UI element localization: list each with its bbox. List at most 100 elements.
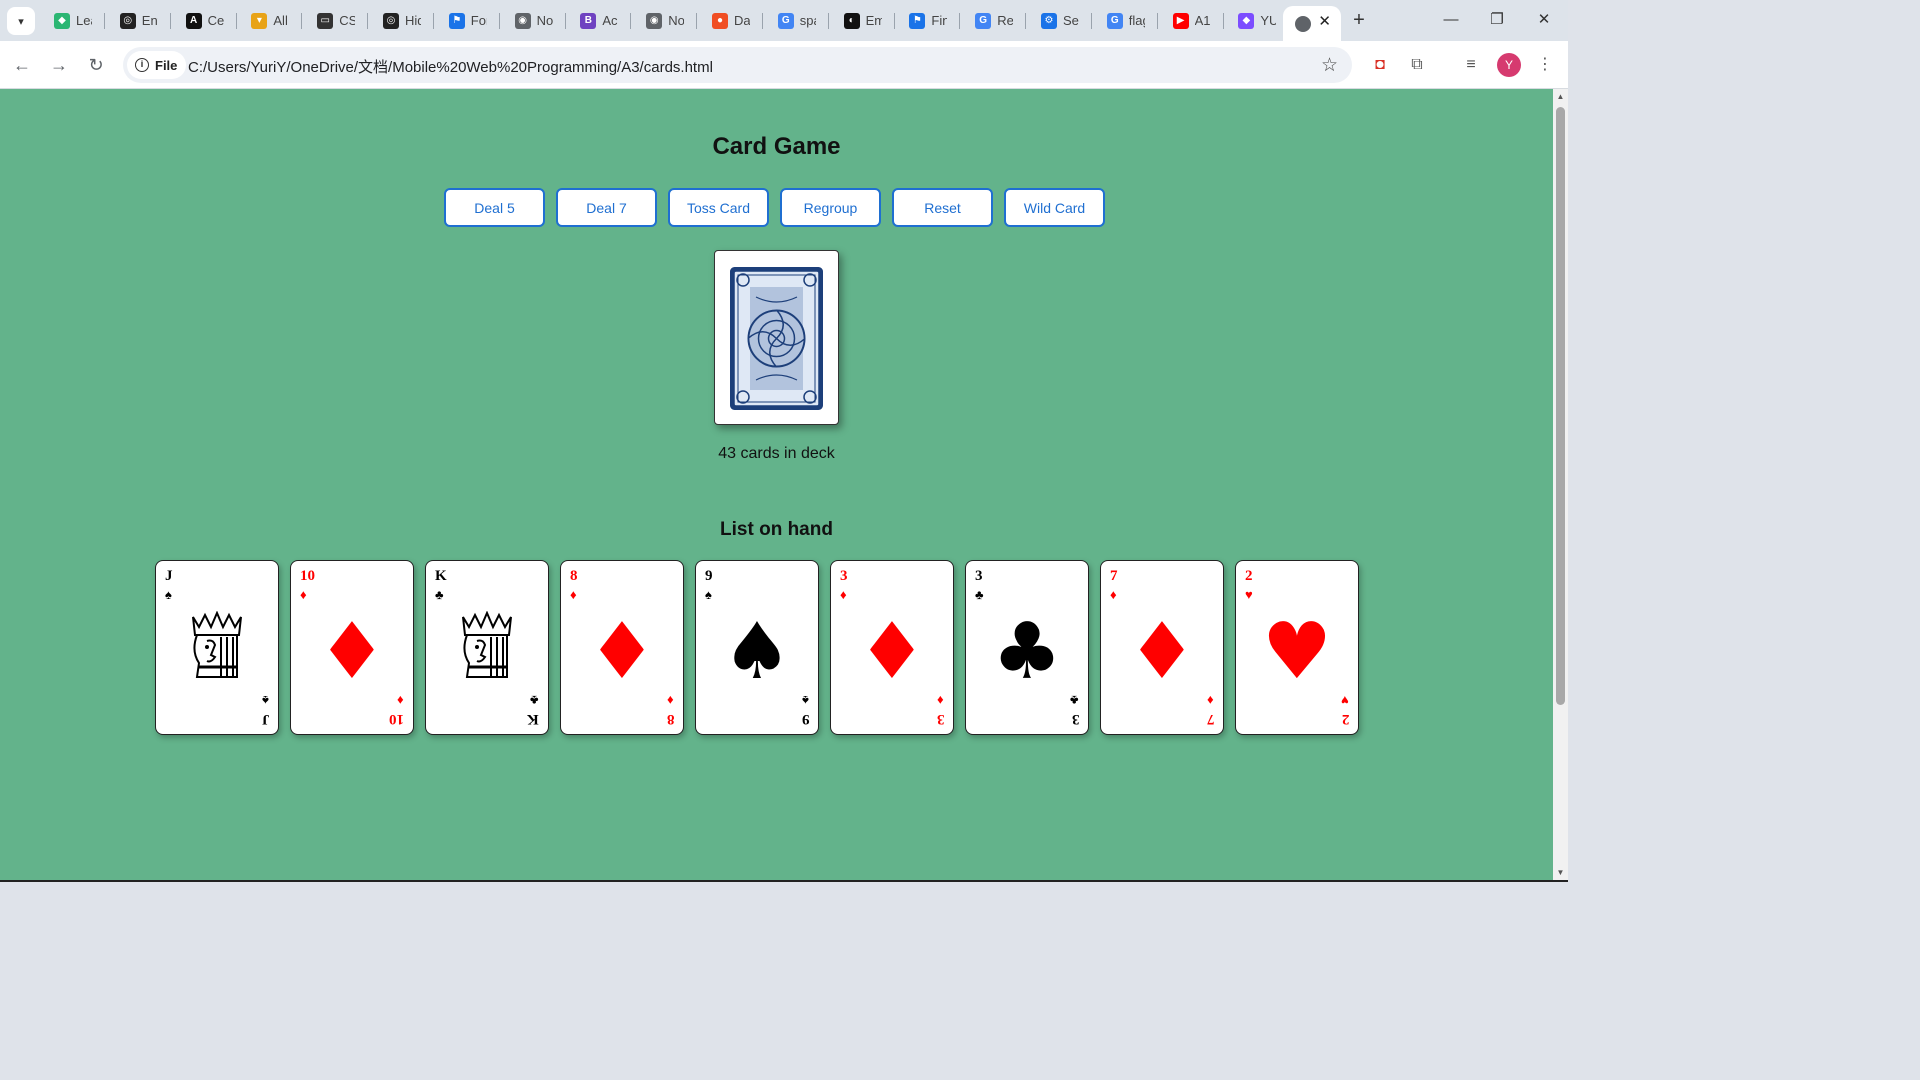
hand-title: List on hand (720, 519, 833, 540)
card-suit-icon: ♠ (705, 587, 712, 602)
regroup-button[interactable]: Regroup (780, 188, 881, 227)
tab-label: No (668, 13, 685, 28)
tab-label: No (536, 13, 553, 28)
tab-label: Das (734, 13, 750, 28)
hand-card[interactable]: 3 ♣ 3 ♣ ♣ (965, 560, 1089, 735)
tab-favicon-icon: ◆ (54, 12, 70, 29)
browser-tab[interactable]: ◎ Ent (108, 6, 174, 35)
browser-tab[interactable]: ⚙ Set (1029, 6, 1095, 35)
hand-card[interactable]: K ♣ K ♣ (425, 560, 549, 735)
browser-tab[interactable]: ◎ Hid (371, 6, 437, 35)
browser-tab[interactable]: ⚑ For (437, 6, 503, 35)
profile-avatar[interactable]: Y (1497, 53, 1521, 77)
browser-tab[interactable]: Gflag (1095, 6, 1161, 35)
tab-favicon-icon: ⚑ (909, 12, 926, 29)
reset-button[interactable]: Reset (892, 188, 993, 227)
hand-card[interactable]: J ♠ J ♠ (155, 560, 279, 735)
card-suit-icon: ♥ (1245, 587, 1253, 602)
card-rank-inverted: 7 (1206, 711, 1215, 727)
card-center-suit-icon: ♥ (1262, 607, 1332, 697)
card-back-pattern-icon (730, 267, 823, 410)
browser-tab[interactable]: ▭ CSS (305, 6, 371, 35)
window-close-icon[interactable]: ✕ (1529, 8, 1559, 32)
globe-icon (1295, 15, 1311, 32)
tab-label: flag (1128, 13, 1145, 28)
toss-card-button[interactable]: Toss Card (668, 188, 769, 227)
browser-tab[interactable]: Gspa (766, 6, 832, 35)
reload-icon[interactable]: ↻ (84, 53, 108, 77)
browser-tab[interactable]: ⚑ Fin (897, 6, 963, 35)
tab-favicon-icon: A (185, 12, 202, 29)
browser-tab[interactable]: ◉ No (503, 6, 569, 35)
media-control-icon[interactable]: ≡ (1459, 53, 1483, 77)
tab-search-chevron-icon[interactable]: ▾ (7, 7, 35, 35)
forward-icon[interactable]: → (47, 53, 71, 77)
card-rank: J (165, 568, 173, 584)
browser-tab[interactable]: A Cer (174, 6, 240, 35)
deal-5-button[interactable]: Deal 5 (444, 188, 545, 227)
card-rank: 7 (1110, 568, 1118, 584)
site-info-chip[interactable]: i File (127, 51, 187, 79)
scroll-up-icon[interactable]: ▲ (1555, 92, 1566, 101)
tab-label: Ent (141, 13, 158, 28)
hand-card-list: J ♠ J ♠ 10 ♦ 10 ♦ ♦ K ♣ K ♣ 8 ♦ 8 ♦ ♦ 9 ♠ 9 ♠ ♠ 3 ♦ 3 ♦ ♦ 3 ♣ 3 ♣ ♣ 7 ♦ 7 ♦ ♦… (155, 560, 1359, 735)
card-rank: 10 (300, 568, 315, 584)
hand-card[interactable]: 3 ♦ 3 ♦ ♦ (830, 560, 954, 735)
hand-card[interactable]: 7 ♦ 7 ♦ ♦ (1100, 560, 1224, 735)
extension-logo-icon[interactable]: ◘ (1368, 53, 1392, 77)
browser-tab[interactable]: G Rea (963, 6, 1029, 35)
tab-label: spa (799, 13, 816, 28)
tab-favicon-icon: ▭ (317, 12, 334, 29)
chip-label: File (155, 57, 178, 73)
hand-card[interactable]: 2 ♥ 2 ♥ ♥ (1235, 560, 1359, 735)
browser-tab[interactable]: B Acc (568, 6, 634, 35)
tab-active[interactable]: ✕ (1283, 6, 1341, 41)
tab-favicon-icon: ▶ (1172, 12, 1189, 29)
tab-favicon-icon: ● (712, 12, 728, 29)
bookmark-star-icon[interactable]: ☆ (1321, 54, 1338, 77)
card-suit-icon: ♦ (1110, 587, 1117, 602)
scroll-down-icon[interactable]: ▼ (1555, 868, 1566, 877)
wild-card-button[interactable]: Wild Card (1004, 188, 1105, 227)
info-icon: i (135, 58, 149, 72)
menu-dots-icon[interactable]: ⋮ (1533, 53, 1557, 77)
browser-tab[interactable]: ▾ All (239, 6, 305, 35)
card-center-suit-icon: ♦ (1127, 607, 1197, 697)
tab-separator (1222, 13, 1224, 29)
tab-separator (1091, 13, 1092, 29)
url-text[interactable]: C:/Users/YuriY/OneDrive/文档/Mobile%20Web%… (188, 56, 713, 77)
tab-favicon-icon: ◉ (646, 12, 663, 29)
deck-count-text: 43 cards in deck (718, 445, 835, 462)
hand-card[interactable]: 9 ♠ 9 ♠ ♠ (695, 560, 819, 735)
browser-tab[interactable]: ● Das (700, 6, 766, 35)
new-tab-button[interactable]: + (1348, 9, 1370, 31)
window-bottom-border (0, 880, 1568, 882)
page-title: Card Game (712, 133, 841, 160)
close-tab-icon[interactable]: ✕ (1318, 12, 1331, 30)
tab-separator (1156, 13, 1158, 29)
scroll-thumb[interactable] (1556, 107, 1565, 705)
card-center-suit-icon: ♦ (587, 607, 657, 697)
tab-separator (630, 13, 632, 29)
back-icon[interactable]: ← (10, 53, 34, 77)
hand-card[interactable]: 8 ♦ 8 ♦ ♦ (560, 560, 684, 735)
card-rank: 3 (975, 568, 983, 584)
deal-7-button[interactable]: Deal 7 (556, 188, 657, 227)
hand-card[interactable]: 10 ♦ 10 ♦ ♦ (290, 560, 414, 735)
minimize-icon[interactable]: — (1436, 8, 1466, 32)
extensions-puzzle-icon[interactable]: ⧉ (1405, 53, 1429, 77)
card-suit-inverted-icon: ♣ (530, 693, 539, 708)
browser-tab[interactable]: ◉ No (634, 6, 700, 35)
browser-tab[interactable]: ◐ Em (832, 6, 898, 35)
tab-label: A1 (1194, 13, 1211, 28)
tab-favicon-icon: ◆ (1238, 12, 1255, 29)
card-rank: 8 (570, 568, 578, 584)
browser-tab[interactable]: ▶ A1 (1161, 6, 1227, 35)
face-card-portrait-icon (455, 610, 519, 688)
browser-tab[interactable]: ◆ Lea (42, 6, 108, 35)
page-scrollbar[interactable]: ▲ ▼ (1553, 89, 1568, 880)
deck-card-back[interactable] (714, 250, 839, 425)
restore-icon[interactable]: ❐ (1482, 8, 1512, 32)
address-bar[interactable]: i File C:/Users/YuriY/OneDrive/文档/Mobile… (123, 47, 1352, 83)
tab-label: Lea (76, 13, 92, 28)
